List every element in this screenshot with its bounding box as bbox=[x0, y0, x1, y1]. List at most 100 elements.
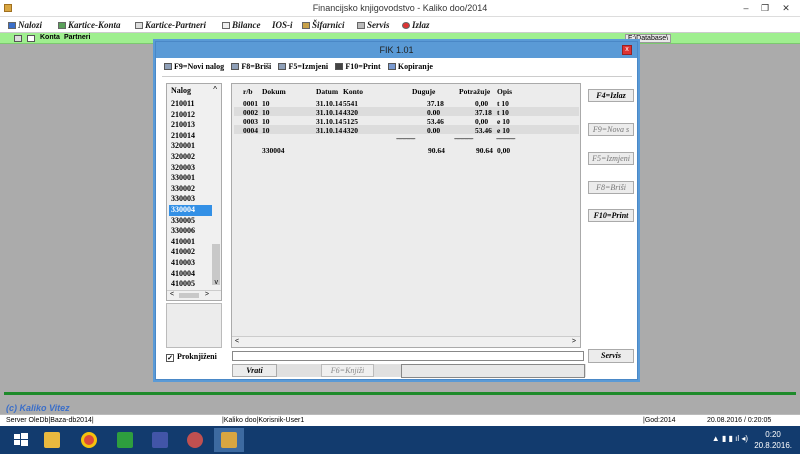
scroll-up-arrow-icon[interactable]: ^ bbox=[213, 85, 217, 94]
partneri-label[interactable]: Partneri bbox=[64, 34, 90, 41]
nalog-item[interactable]: 330006 bbox=[169, 226, 212, 237]
konta-label[interactable]: Konta bbox=[40, 34, 60, 41]
cell-potrazuje: 53.46 bbox=[475, 126, 492, 135]
system-tray[interactable]: ▲ ▮ ▮ ıl ◂) bbox=[712, 434, 748, 443]
menu-ios[interactable]: IOS-i bbox=[272, 20, 293, 30]
table-row[interactable] bbox=[234, 116, 579, 125]
izmjeni-stavku-button[interactable]: F5=Izmjeni bbox=[588, 152, 634, 165]
menu-kartice-konta-label: Kartice-Konta bbox=[68, 20, 121, 30]
total-duguje: 90.64 bbox=[428, 146, 445, 155]
nalog-item[interactable]: 330001 bbox=[169, 173, 212, 184]
nalog-item[interactable]: 410001 bbox=[169, 237, 212, 248]
taskbar-fik-app[interactable] bbox=[214, 428, 244, 452]
novi-nalog-button[interactable]: F9=Novi nalog bbox=[164, 62, 224, 71]
start-button[interactable] bbox=[6, 428, 36, 452]
column-header-opis: Opis bbox=[497, 87, 513, 96]
table-row[interactable] bbox=[234, 107, 579, 116]
scroll-left-arrow-icon[interactable]: < bbox=[170, 291, 174, 298]
minimize-button[interactable]: – bbox=[738, 2, 754, 14]
taskbar-save-app[interactable] bbox=[145, 428, 175, 452]
server-info: Server OleDb|Baza-db2014| bbox=[6, 417, 94, 424]
dialog-title-bar: FIK 1.01 x bbox=[156, 42, 637, 58]
cell-konto: 4320 bbox=[343, 126, 358, 135]
stavke-horizontal-scrollbar[interactable]: < > bbox=[232, 336, 580, 347]
bilance-icon bbox=[222, 22, 230, 29]
nalog-hscroll-thumb[interactable] bbox=[179, 293, 199, 298]
toolbar-divider bbox=[162, 76, 632, 77]
nalog-item[interactable]: 210014 bbox=[169, 131, 212, 142]
menu-izlaz-label: Izlaz bbox=[412, 20, 430, 30]
vrati-button[interactable]: Vrati bbox=[232, 364, 277, 377]
fik-dialog: FIK 1.01 x F9=Novi nalog F8=Briši F5=Izm… bbox=[155, 41, 638, 380]
nalog-item[interactable]: 210012 bbox=[169, 110, 212, 121]
nova-stavka-button[interactable]: F9=Nova s bbox=[588, 123, 634, 136]
table-row[interactable] bbox=[234, 125, 579, 134]
menu-nalozi[interactable]: Nalozi bbox=[8, 20, 42, 30]
print-stavke-button[interactable]: F10=Print bbox=[588, 209, 634, 222]
close-button[interactable]: ✕ bbox=[778, 2, 794, 14]
nalog-item[interactable]: 410004 bbox=[169, 269, 212, 280]
taskbar-paint[interactable] bbox=[180, 428, 210, 452]
clock-time: 0:20 bbox=[765, 430, 781, 439]
knjizi-button[interactable]: F6=Knjiži bbox=[321, 364, 374, 377]
brisi-stavku-button[interactable]: F8=Briši bbox=[588, 181, 634, 194]
izmjeni-label: F5=Izmjeni bbox=[288, 62, 329, 71]
table-row[interactable] bbox=[234, 98, 579, 107]
nalog-horizontal-scrollbar[interactable]: < > bbox=[167, 290, 221, 300]
servis-button[interactable]: Servis bbox=[588, 349, 634, 363]
nalog-item[interactable]: 320003 bbox=[169, 163, 212, 174]
taskbar-clock[interactable]: 0:20 20.8.2016. bbox=[754, 429, 792, 451]
menu-kartice-partneri[interactable]: Kartice-Partneri bbox=[135, 20, 206, 30]
checkbox-check-icon[interactable]: ✓ bbox=[166, 354, 174, 362]
nalog-item[interactable]: 330003 bbox=[169, 194, 212, 205]
scroll-left-arrow-icon[interactable]: < bbox=[235, 338, 239, 345]
menu-izlaz[interactable]: Izlaz bbox=[402, 20, 430, 30]
delete-icon bbox=[231, 63, 240, 70]
nalog-item[interactable]: 410003 bbox=[169, 258, 212, 269]
kopiranje-button[interactable]: Kopiranje bbox=[387, 62, 433, 71]
status-field bbox=[401, 364, 585, 378]
nalog-detail-panel bbox=[166, 303, 222, 348]
nalog-item[interactable]: 320002 bbox=[169, 152, 212, 163]
stavke-table: r/b Dokum Datum Konto Duguje Potražuje O… bbox=[231, 83, 581, 348]
izlaz-icon bbox=[402, 22, 410, 29]
taskbar-chrome[interactable] bbox=[74, 428, 104, 452]
nalog-item[interactable]: 210013 bbox=[169, 120, 212, 131]
partneri-icon[interactable] bbox=[27, 35, 35, 42]
menu-kartice-konta[interactable]: Kartice-Konta bbox=[58, 20, 121, 30]
print-button[interactable]: F10=Print bbox=[335, 62, 381, 71]
konta-icon[interactable] bbox=[14, 35, 22, 42]
menu-servis[interactable]: Servis bbox=[357, 20, 390, 30]
nalog-item[interactable]: 320001 bbox=[169, 141, 212, 152]
taskbar-explorer[interactable] bbox=[37, 428, 67, 452]
scroll-right-arrow-icon[interactable]: > bbox=[205, 291, 209, 298]
cell-opis: e 10 bbox=[497, 126, 510, 135]
servis-icon bbox=[357, 22, 365, 29]
nalog-item[interactable]: 410005 bbox=[169, 279, 212, 290]
scroll-right-arrow-icon[interactable]: > bbox=[572, 338, 576, 345]
print-label: F10=Print bbox=[345, 62, 381, 71]
nalog-list[interactable]: Nalog ^ 210011 210012 210013 210014 320001 32… bbox=[166, 83, 222, 301]
nalog-item[interactable]: 210011 bbox=[169, 99, 212, 110]
nalog-item[interactable]: 330005 bbox=[169, 216, 212, 227]
brand-text: (c) Kaliko Vitez bbox=[6, 403, 70, 413]
nalog-item[interactable]: 410002 bbox=[169, 247, 212, 258]
menu-bilance[interactable]: Bilance bbox=[222, 20, 261, 30]
search-input[interactable] bbox=[232, 351, 584, 361]
nalog-item[interactable]: 330002 bbox=[169, 184, 212, 195]
izmjeni-button[interactable]: F5=Izmjeni bbox=[278, 62, 328, 71]
cell-datum: 31.10.14 bbox=[316, 126, 343, 135]
restore-button[interactable]: ❐ bbox=[757, 2, 773, 14]
column-header-dokum: Dokum bbox=[262, 87, 286, 96]
nalog-item[interactable]: 330004 bbox=[169, 204, 212, 216]
izlaz-button[interactable]: F4=Izlaz bbox=[588, 89, 634, 102]
sifarnici-icon bbox=[302, 22, 310, 29]
duguje-separator: -------------- bbox=[396, 136, 416, 143]
dialog-close-button[interactable]: x bbox=[622, 45, 632, 55]
proknjizeni-checkbox[interactable]: ✓ Proknjiženi bbox=[166, 352, 217, 362]
scroll-down-arrow-icon[interactable]: v bbox=[215, 279, 219, 286]
taskbar-store[interactable] bbox=[110, 428, 140, 452]
column-header-potrazuje: Potražuje bbox=[459, 87, 491, 96]
brisi-button[interactable]: F8=Briši bbox=[231, 62, 271, 71]
menu-sifarnici[interactable]: Šifarnici bbox=[302, 20, 345, 30]
